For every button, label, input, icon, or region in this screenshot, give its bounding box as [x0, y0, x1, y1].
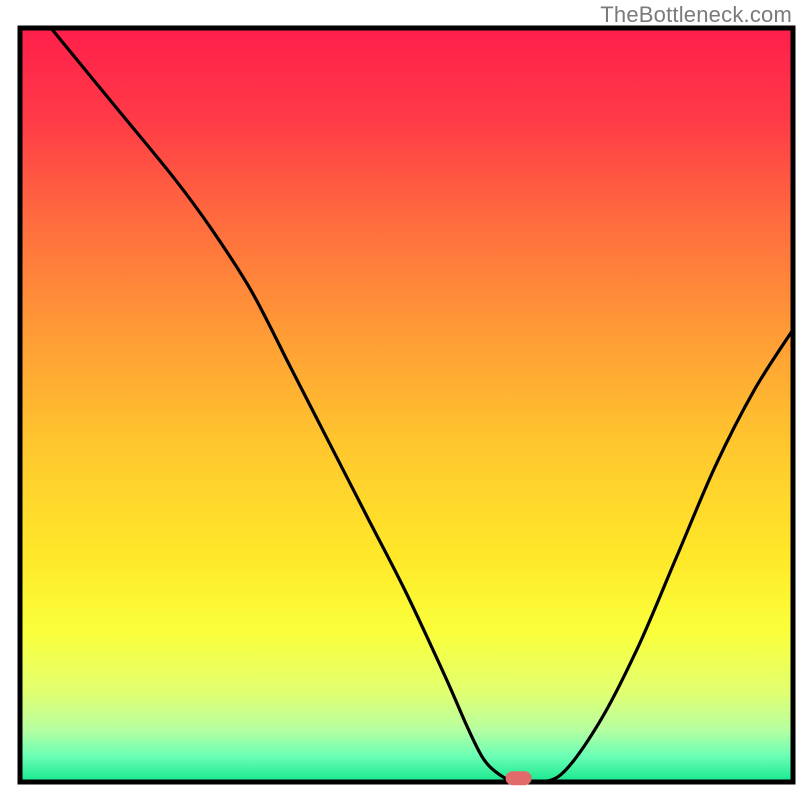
gradient-background — [20, 28, 793, 782]
bottleneck-chart — [0, 0, 800, 800]
optimum-marker — [506, 771, 532, 785]
chart-frame: TheBottleneck.com — [0, 0, 800, 800]
watermark-text: TheBottleneck.com — [600, 2, 792, 28]
